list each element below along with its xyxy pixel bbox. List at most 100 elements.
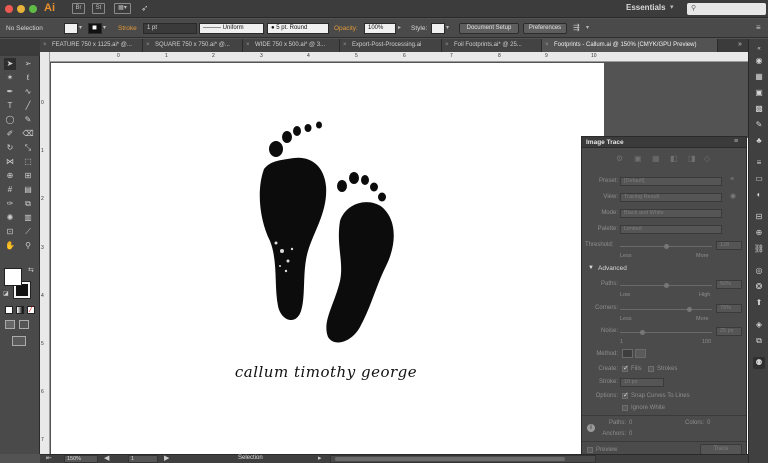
eraser-tool-icon[interactable]: ⌫ <box>22 128 34 140</box>
align-icon[interactable]: ⊟ <box>753 211 765 223</box>
preview-checkbox[interactable] <box>587 447 593 453</box>
close-tab-icon[interactable]: × <box>43 39 47 52</box>
color-panel-icon[interactable]: ◉ <box>753 55 765 67</box>
panel-menu-icon[interactable]: ≡ <box>734 138 738 145</box>
close-tab-icon[interactable]: × <box>545 39 549 52</box>
color-guide-icon[interactable]: ▦ <box>753 71 765 83</box>
stroke-panel-icon[interactable]: ≡ <box>753 157 765 169</box>
grayscale-icon[interactable]: ◧ <box>670 154 678 163</box>
brushes-icon[interactable]: ✎ <box>753 119 765 131</box>
name-caption[interactable]: callum timothy george <box>216 363 436 381</box>
close-tab-icon[interactable]: × <box>246 39 250 52</box>
stroke-label[interactable]: Stroke <box>118 25 137 32</box>
noise-slider[interactable] <box>620 332 712 333</box>
graphic-style-swatch[interactable] <box>431 23 445 34</box>
gradient-mode-icon[interactable] <box>16 306 24 314</box>
pen-tool-icon[interactable]: ✒ <box>4 86 16 98</box>
snap-curves-checkbox[interactable]: ✓ <box>622 392 629 399</box>
image-trace-title[interactable]: Image Trace <box>586 139 624 146</box>
auto-color-icon[interactable]: ⚙ <box>616 154 623 163</box>
screen-mode-icon[interactable] <box>12 336 26 346</box>
strokes-checkbox[interactable] <box>648 366 654 372</box>
chevron-down-icon[interactable]: ▾ <box>446 24 449 31</box>
noise-slider-handle[interactable] <box>640 330 646 335</box>
lasso-tool-icon[interactable]: ℓ <box>22 72 34 84</box>
arrange-documents-icon[interactable]: ▦▾ <box>114 3 131 14</box>
cc-libraries-icon[interactable]: ▣ <box>753 87 765 99</box>
horizontal-scrollbar[interactable] <box>330 455 596 463</box>
mode-select[interactable]: Black and White <box>620 209 722 218</box>
stroke-swatch[interactable]: ◼ <box>88 23 102 34</box>
corners-slider-handle[interactable] <box>687 307 692 312</box>
none-mode-icon[interactable]: ⁄ <box>27 306 35 314</box>
perspective-grid-tool-icon[interactable]: ⊞ <box>22 170 34 182</box>
slice-tool-icon[interactable]: ⟋ <box>22 226 34 238</box>
close-tab-icon[interactable]: × <box>146 39 150 52</box>
artboard-number-field[interactable]: 1 <box>128 455 158 463</box>
tab-feature[interactable]: × FEATURE 750 x 1125.ai* @... <box>40 39 143 52</box>
variable-width-profile[interactable]: ——— Uniform <box>199 23 264 34</box>
abutting-method-icon[interactable] <box>622 349 633 358</box>
fill-color-box[interactable] <box>4 268 22 286</box>
current-tool-display[interactable]: Selection <box>238 455 263 461</box>
stroke-width-field[interactable]: 10 px <box>620 378 664 387</box>
selection-tool-icon[interactable]: ➤ <box>4 58 16 70</box>
chevron-down-icon[interactable]: ▾ <box>79 24 82 31</box>
advanced-section-label[interactable]: Advanced <box>598 265 627 272</box>
footprints-artwork[interactable] <box>256 111 416 346</box>
tab-footprints-callum[interactable]: × Footprints - Callum.ai @ 150% (CMYK/GPU… <box>542 39 718 52</box>
type-tool-icon[interactable]: T <box>4 100 16 112</box>
ellipse-tool-icon[interactable]: ◯ <box>4 114 16 126</box>
threshold-slider-handle[interactable] <box>664 244 670 249</box>
shaper-tool-icon[interactable]: ✐ <box>4 128 16 140</box>
chevron-down-icon[interactable]: ▾ <box>670 3 674 11</box>
gradient-panel-icon[interactable]: ▭ <box>753 173 765 185</box>
panel-menu-icon[interactable]: ≡ <box>756 23 761 32</box>
draw-inside-icon[interactable] <box>19 320 29 329</box>
hand-tool-icon[interactable]: ✋ <box>4 240 16 252</box>
zoom-tool-icon[interactable]: ⚲ <box>22 240 34 252</box>
swatches-icon[interactable]: ▩ <box>753 103 765 115</box>
bridge-icon[interactable]: Br <box>72 3 85 14</box>
mesh-tool-icon[interactable]: # <box>4 184 16 196</box>
scale-tool-icon[interactable]: ⤡ <box>22 142 34 154</box>
tab-wide[interactable]: × WIDE 750 x 500.ai* @ 3... <box>243 39 340 52</box>
status-menu-icon[interactable]: ▸ <box>318 454 322 462</box>
fill-swatch[interactable] <box>64 23 78 34</box>
workspace-switcher[interactable]: Essentials <box>626 3 666 12</box>
close-tab-icon[interactable]: × <box>445 39 449 52</box>
layers-icon[interactable]: ◈ <box>753 319 765 331</box>
arrange-icon[interactable]: ⇶ <box>573 23 580 32</box>
chevron-right-icon[interactable]: ▸ <box>398 24 401 31</box>
close-window-button[interactable] <box>5 5 13 13</box>
gpu-performance-icon[interactable]: ➶ <box>141 3 149 14</box>
tab-square[interactable]: × SQUARE 750 x 750.ai* @... <box>143 39 243 52</box>
fills-checkbox[interactable]: ✓ <box>622 365 629 372</box>
artboard-navigator-icon[interactable]: ⇤ <box>46 454 52 462</box>
toolbar-grip[interactable] <box>0 52 40 56</box>
search-stock-input[interactable]: ⚲ <box>687 3 766 15</box>
corners-field[interactable]: 75% <box>716 304 742 313</box>
graphic-styles-icon[interactable]: ❂ <box>753 281 765 293</box>
eyedropper-tool-icon[interactable]: ✑ <box>4 198 16 210</box>
horizontal-ruler[interactable]: 0 1 2 3 4 5 6 7 8 9 10 <box>47 52 748 62</box>
artboards-icon[interactable]: ⧉ <box>753 335 765 347</box>
paintbrush-tool-icon[interactable]: ✎ <box>22 114 34 126</box>
image-trace-header[interactable]: Image Trace ≡ <box>582 137 746 148</box>
collapse-dock-icon[interactable]: « <box>753 43 765 55</box>
brush-definition[interactable]: ● 5 pt. Round <box>267 23 329 34</box>
palette-select[interactable]: Limited <box>620 225 722 234</box>
image-trace-icon[interactable]: ⚉ <box>753 357 765 369</box>
preset-select[interactable]: [Default] <box>620 177 722 186</box>
outline-icon[interactable]: ◇ <box>704 154 710 163</box>
stock-icon[interactable]: St <box>92 3 105 14</box>
next-artboard-icon[interactable]: ▶ <box>164 454 169 462</box>
color-mode-icon[interactable] <box>5 306 13 314</box>
symbols-icon[interactable]: ♣ <box>753 135 765 147</box>
default-fill-stroke-icon[interactable]: ◪ <box>3 290 9 297</box>
symbol-sprayer-tool-icon[interactable]: ✺ <box>4 212 16 224</box>
close-tab-icon[interactable]: × <box>343 39 347 52</box>
gradient-tool-icon[interactable]: ▤ <box>22 184 34 196</box>
width-tool-icon[interactable]: ⋈ <box>4 156 16 168</box>
links-icon[interactable]: ⛓ <box>753 243 765 255</box>
